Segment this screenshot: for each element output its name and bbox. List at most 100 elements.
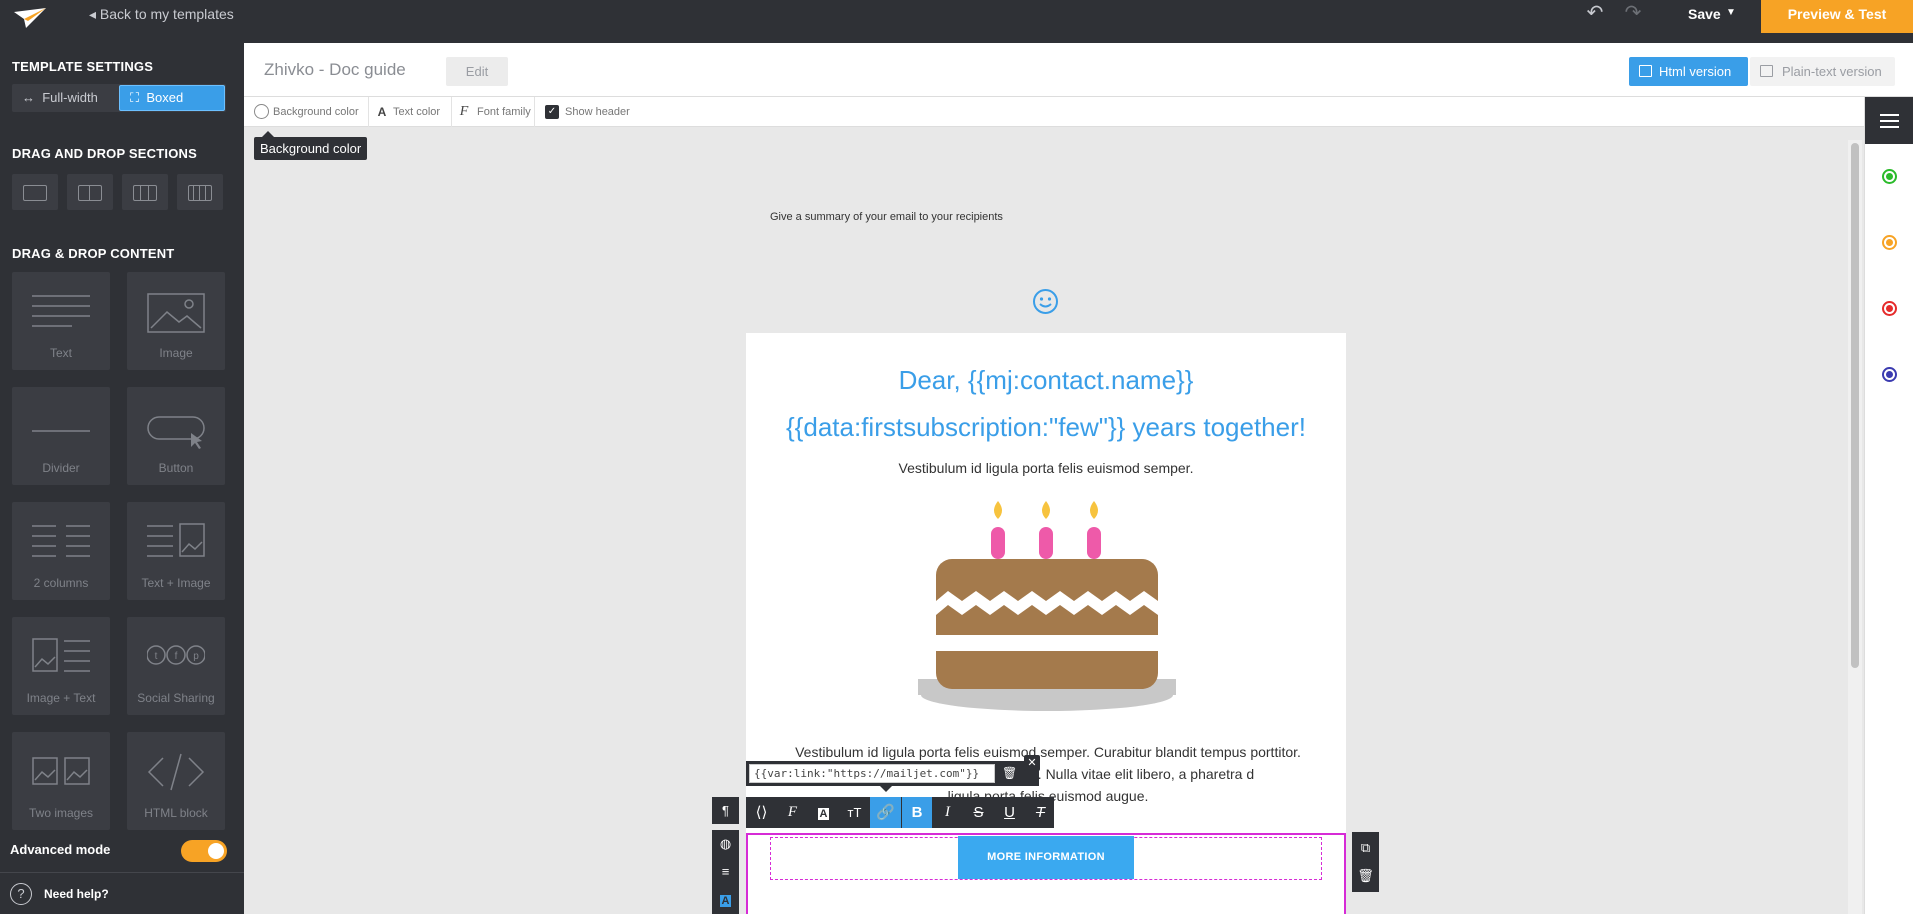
show-header-label: Show header (565, 106, 630, 118)
headline-line-2[interactable]: {{data:firstsubscription:"few"}} years t… (746, 412, 1346, 443)
scroll-thumb[interactable] (1851, 143, 1859, 668)
canvas-scrollbar[interactable] (1848, 140, 1862, 914)
undo-icon[interactable]: ↶ (1584, 2, 1606, 24)
background-color-control[interactable]: Background color (254, 97, 359, 127)
edit-name-button[interactable]: Edit (446, 57, 508, 86)
delete-trash-icon[interactable]: 🗑 (1352, 862, 1379, 890)
link-editor-pointer (880, 786, 892, 792)
link-icon[interactable]: 🔗 (870, 797, 901, 828)
text-block-tile[interactable]: Text (12, 272, 110, 370)
divider-block-tile[interactable]: Divider (12, 387, 110, 485)
html-block-tile[interactable]: HTML block (127, 732, 225, 830)
checkbox-checked-icon: ✓ (545, 105, 559, 119)
social-sharing-block-tile[interactable]: t f p Social Sharing (127, 617, 225, 715)
block-side-tools: ◍ ≡ A (712, 830, 739, 914)
svg-text:f: f (175, 651, 178, 662)
background-style-icon[interactable]: ◍ (712, 830, 739, 857)
green-status-icon[interactable] (1882, 169, 1897, 184)
font-size-icon[interactable]: тT (839, 797, 870, 828)
tile-label: Text (49, 346, 72, 360)
advanced-mode-label: Advanced mode (10, 842, 111, 857)
tile-label: Image + Text (26, 691, 96, 705)
red-status-icon[interactable] (1882, 301, 1897, 316)
show-header-control[interactable]: ✓ Show header (545, 97, 630, 127)
headline-line-1[interactable]: Dear, {{mj:contact.name}} (746, 365, 1346, 396)
font-family-control[interactable]: F Font family (457, 97, 531, 127)
two-columns-icon (32, 525, 90, 557)
tile-label: Two images (28, 806, 94, 820)
section-3-columns[interactable] (122, 174, 168, 210)
section-4-columns[interactable] (177, 174, 223, 210)
advanced-mode-toggle[interactable] (181, 840, 227, 862)
plain-text-version-tab[interactable]: Plain-text version (1750, 57, 1895, 86)
align-center-icon[interactable]: ≡ (712, 858, 739, 885)
text-color-icon[interactable]: A (712, 886, 739, 913)
tile-label: HTML block (144, 806, 208, 820)
plain-version-label: Plain-text version (1782, 64, 1882, 79)
need-help-link[interactable]: Need help? (44, 887, 109, 901)
background-color-tooltip: Background color (254, 131, 368, 160)
more-information-button[interactable]: MORE INFORMATION (958, 836, 1134, 879)
underline-icon[interactable]: U (994, 797, 1025, 828)
link-editor: {{var:link:"https://mailjet.com"}} 🗑 (746, 761, 1039, 786)
duplicate-icon[interactable]: ⧉ (1352, 834, 1379, 862)
global-styles-bar: Background color A Text color F Font fam… (244, 97, 1864, 127)
italic-icon[interactable]: I (932, 797, 963, 828)
section-actions: ⧉ 🗑 (1352, 832, 1379, 892)
save-dropdown-caret-icon[interactable]: ▼ (1726, 7, 1736, 18)
email-preheader[interactable]: Give a summary of your email to your rec… (770, 211, 1003, 223)
top-bar: ◂ Back to my templates ↶ ↷ Save ▼ Previe… (0, 0, 1913, 43)
button-block-tile[interactable]: Button (127, 387, 225, 485)
html-version-tab[interactable]: Html version (1629, 57, 1748, 86)
strikethrough-icon[interactable]: S (963, 797, 994, 828)
image-text-icon (32, 638, 90, 672)
arrows-horizontal-icon: ↔ (22, 90, 35, 105)
link-url-input[interactable]: {{var:link:"https://mailjet.com"}} (749, 764, 995, 783)
section-2-columns[interactable] (67, 174, 113, 210)
button-icon (147, 416, 205, 449)
drag-content-title: DRAG & DROP CONTENT (12, 246, 175, 261)
remove-link-trash-icon[interactable]: 🗑 (1002, 766, 1017, 781)
font-family-icon: F (459, 104, 469, 119)
boxed-option[interactable]: ⛶ Boxed (119, 85, 225, 111)
advanced-mode-row: Advanced mode (0, 830, 244, 870)
width-toggle: ↔ Full-width ⛶ Boxed (12, 84, 226, 112)
text-color-control[interactable]: A Text color (375, 97, 440, 127)
birthday-cake-image[interactable] (918, 495, 1176, 717)
two-columns-block-tile[interactable]: 2 columns (12, 502, 110, 600)
two-images-block-tile[interactable]: Two images (12, 732, 110, 830)
intro-text[interactable]: Vestibulum id ligula porta felis euismod… (746, 460, 1346, 476)
question-icon: ? (10, 883, 32, 905)
tile-label: Button (158, 461, 194, 475)
document-icon (1639, 65, 1652, 77)
bold-icon[interactable]: B (901, 797, 932, 828)
background-color-label: Background color (273, 106, 359, 118)
close-link-editor-icon[interactable]: ✕ (1024, 755, 1040, 771)
image-text-block-tile[interactable]: Image + Text (12, 617, 110, 715)
text-image-block-tile[interactable]: Text + Image (127, 502, 225, 600)
indigo-status-icon[interactable] (1882, 367, 1897, 382)
format-painter-icon[interactable]: ¶ (712, 797, 739, 824)
save-button[interactable]: Save (1688, 6, 1721, 22)
section-1-column[interactable] (12, 174, 58, 210)
clear-formatting-icon[interactable]: T (1025, 797, 1056, 828)
mailjet-logo[interactable] (12, 6, 48, 32)
preview-and-test-button[interactable]: Preview & Test (1761, 0, 1913, 33)
text-color-icon[interactable]: A (808, 797, 839, 828)
image-icon (147, 293, 205, 333)
code-tag-icon[interactable]: ⟨⟩ (746, 797, 777, 828)
image-block-tile[interactable]: Image (127, 272, 225, 370)
tile-label: Text + Image (141, 576, 211, 590)
tile-label: 2 columns (33, 576, 89, 590)
html-version-label: Html version (1659, 64, 1732, 79)
orange-status-icon[interactable] (1882, 235, 1897, 250)
full-width-option[interactable]: ↔ Full-width (12, 84, 117, 112)
help-row[interactable]: ? Need help? (0, 872, 244, 914)
full-width-label: Full-width (42, 90, 98, 105)
back-to-templates-link[interactable]: ◂ Back to my templates (89, 6, 234, 22)
redo-icon[interactable]: ↷ (1622, 2, 1644, 24)
tile-label: Divider (42, 461, 80, 475)
emoji-smile-icon[interactable] (1032, 288, 1059, 315)
font-family-icon[interactable]: F (777, 797, 808, 828)
menu-icon[interactable] (1865, 97, 1913, 144)
